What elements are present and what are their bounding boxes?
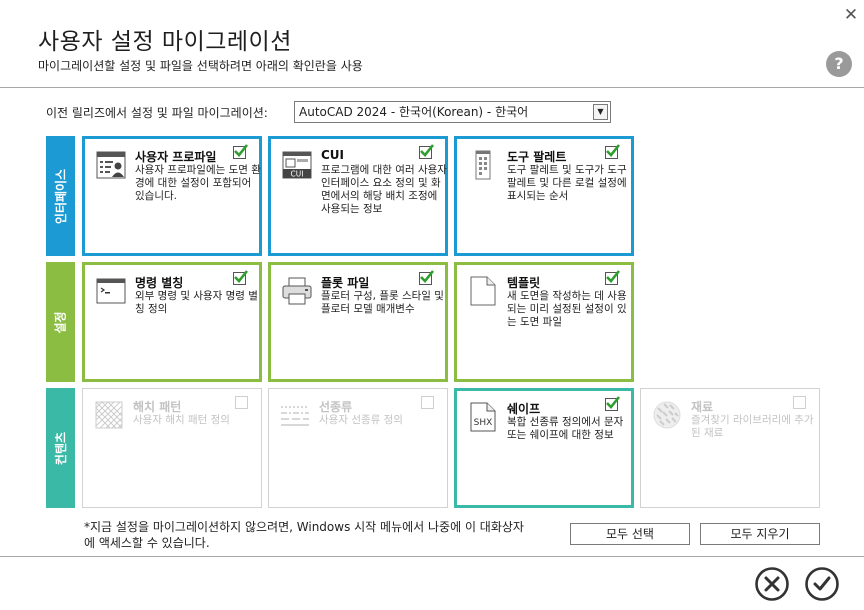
cui-icon-text: CUI xyxy=(291,170,304,179)
card-description: 플로터 구성, 플롯 스타일 및 플로터 모델 매개변수 xyxy=(321,290,444,315)
template-icon xyxy=(467,275,499,307)
dialog-title: 사용자 설정 마이그레이션 xyxy=(38,29,292,55)
card-description: 즐겨찾기 라이브러리에 추가된 재료 xyxy=(691,414,814,439)
check-icon xyxy=(805,567,839,601)
card-command-alias[interactable]: 명령 별칭 외부 명령 및 사용자 명령 별칭 정의 xyxy=(82,262,262,382)
card-title: 해치 패턴 xyxy=(133,400,182,414)
card-description: 프로그램에 대한 여러 사용자 인터페이스 요소 정의 및 화면에서의 해당 배… xyxy=(321,164,447,215)
card-shape[interactable]: SHX 쉐이프 복합 선종류 정의에서 문자 또는 쉐이프에 대한 정보 xyxy=(454,388,634,508)
shape-checkbox[interactable] xyxy=(605,396,621,411)
command-alias-checkbox[interactable] xyxy=(233,270,249,285)
command-alias-icon xyxy=(95,275,127,307)
material-icon xyxy=(651,399,683,431)
checkmark-icon xyxy=(234,144,249,157)
checkmark-icon xyxy=(420,270,435,283)
linetype-icon xyxy=(279,399,311,431)
close-icon[interactable]: ✕ xyxy=(840,4,862,26)
card-hatch-pattern[interactable]: 해치 패턴 사용자 해치 패턴 정의 xyxy=(82,388,262,508)
card-template[interactable]: 템플릿 새 도면을 작성하는 데 사용되는 미리 설정된 설정이 있는 도면 파… xyxy=(454,262,634,382)
select-all-button[interactable]: 모두 선택 xyxy=(570,523,690,545)
cancel-icon xyxy=(755,567,789,601)
checkmark-icon xyxy=(606,144,621,157)
card-tool-palette[interactable]: 도구 팔레트 도구 팔레트 및 도구가 도구 팔레트 및 다른 로컬 설정에 표… xyxy=(454,136,634,256)
plot-file-checkbox[interactable] xyxy=(419,270,435,285)
hatch-pattern-checkbox[interactable] xyxy=(235,396,248,409)
card-description: 복합 선종류 정의에서 문자 또는 쉐이프에 대한 정보 xyxy=(507,416,624,441)
shape-icon-text: SHX xyxy=(474,418,493,428)
release-label: 이전 릴리즈에서 설정 및 파일 마이그레이션: xyxy=(46,106,268,120)
card-description: 사용자 프로파일에는 도면 환경에 대한 설정이 포함되어 있습니다. xyxy=(135,164,261,202)
checkmark-icon xyxy=(606,270,621,283)
clear-all-button[interactable]: 모두 지우기 xyxy=(700,523,820,545)
hatch-pattern-icon xyxy=(93,399,125,431)
category-settings: 설정 xyxy=(46,262,75,382)
cancel-button[interactable] xyxy=(754,566,790,602)
material-checkbox[interactable] xyxy=(793,396,806,409)
card-description: 도구 팔레트 및 도구가 도구 팔레트 및 다른 로컬 설정에 표시되는 순서 xyxy=(507,164,627,202)
card-user-profile[interactable]: 사용자 프로파일 사용자 프로파일에는 도면 환경에 대한 설정이 포함되어 있… xyxy=(82,136,262,256)
card-cui[interactable]: CUI CUI 프로그램에 대한 여러 사용자 인터페이스 요소 정의 및 화면… xyxy=(268,136,448,256)
card-title: 선종류 xyxy=(319,400,353,414)
footer-divider xyxy=(0,556,864,557)
card-title: 쉐이프 xyxy=(507,402,541,416)
dialog-subtitle: 마이그레이션할 설정 및 파일을 선택하려면 아래의 확인란을 사용 xyxy=(38,59,363,73)
release-selected-value: AutoCAD 2024 - 한국어(Korean) - 한국어 xyxy=(299,105,529,119)
header-divider xyxy=(0,87,864,88)
card-description: 사용자 해치 패턴 정의 xyxy=(133,414,230,426)
card-title: 명령 별칭 xyxy=(135,276,184,290)
release-dropdown[interactable]: AutoCAD 2024 - 한국어(Korean) - 한국어 ▼ xyxy=(294,101,611,123)
user-profile-checkbox[interactable] xyxy=(233,144,249,159)
checkmark-icon xyxy=(234,270,249,283)
tool-palette-checkbox[interactable] xyxy=(605,144,621,159)
card-description: 새 도면을 작성하는 데 사용되는 미리 설정된 설정이 있는 도면 파일 xyxy=(507,290,627,328)
card-description: 외부 명령 및 사용자 명령 별칭 정의 xyxy=(135,290,258,315)
printer-icon xyxy=(281,275,313,307)
linetype-checkbox[interactable] xyxy=(421,396,434,409)
card-description: 사용자 선종류 정의 xyxy=(319,414,403,426)
card-plot-file[interactable]: 플롯 파일 플로터 구성, 플롯 스타일 및 플로터 모델 매개변수 xyxy=(268,262,448,382)
checkmark-icon xyxy=(420,144,435,157)
cui-checkbox[interactable] xyxy=(419,144,435,159)
template-checkbox[interactable] xyxy=(605,270,621,285)
card-material[interactable]: 재료 즐겨찾기 라이브러리에 추가된 재료 xyxy=(640,388,820,508)
shape-icon: SHX xyxy=(467,401,499,433)
tool-palette-icon xyxy=(467,149,499,181)
cui-icon: CUI xyxy=(281,149,313,181)
card-title: 플롯 파일 xyxy=(321,276,370,290)
checkmark-icon xyxy=(606,396,621,409)
card-title: CUI xyxy=(321,148,345,162)
footer-note: *지금 설정을 마이그레이션하지 않으려면, Windows 시작 메뉴에서 나… xyxy=(84,520,524,550)
category-content: 컨텐츠 xyxy=(46,388,75,508)
card-linetype[interactable]: 선종류 사용자 선종류 정의 xyxy=(268,388,448,508)
ok-button[interactable] xyxy=(804,566,840,602)
card-title: 재료 xyxy=(691,400,714,414)
category-interface: 인터페이스 xyxy=(46,136,75,256)
card-title: 사용자 프로파일 xyxy=(135,150,217,164)
help-icon[interactable]: ? xyxy=(826,51,852,77)
card-title: 템플릿 xyxy=(507,276,541,290)
user-profile-icon xyxy=(95,149,127,181)
card-title: 도구 팔레트 xyxy=(507,150,567,164)
chevron-down-icon[interactable]: ▼ xyxy=(593,104,608,120)
